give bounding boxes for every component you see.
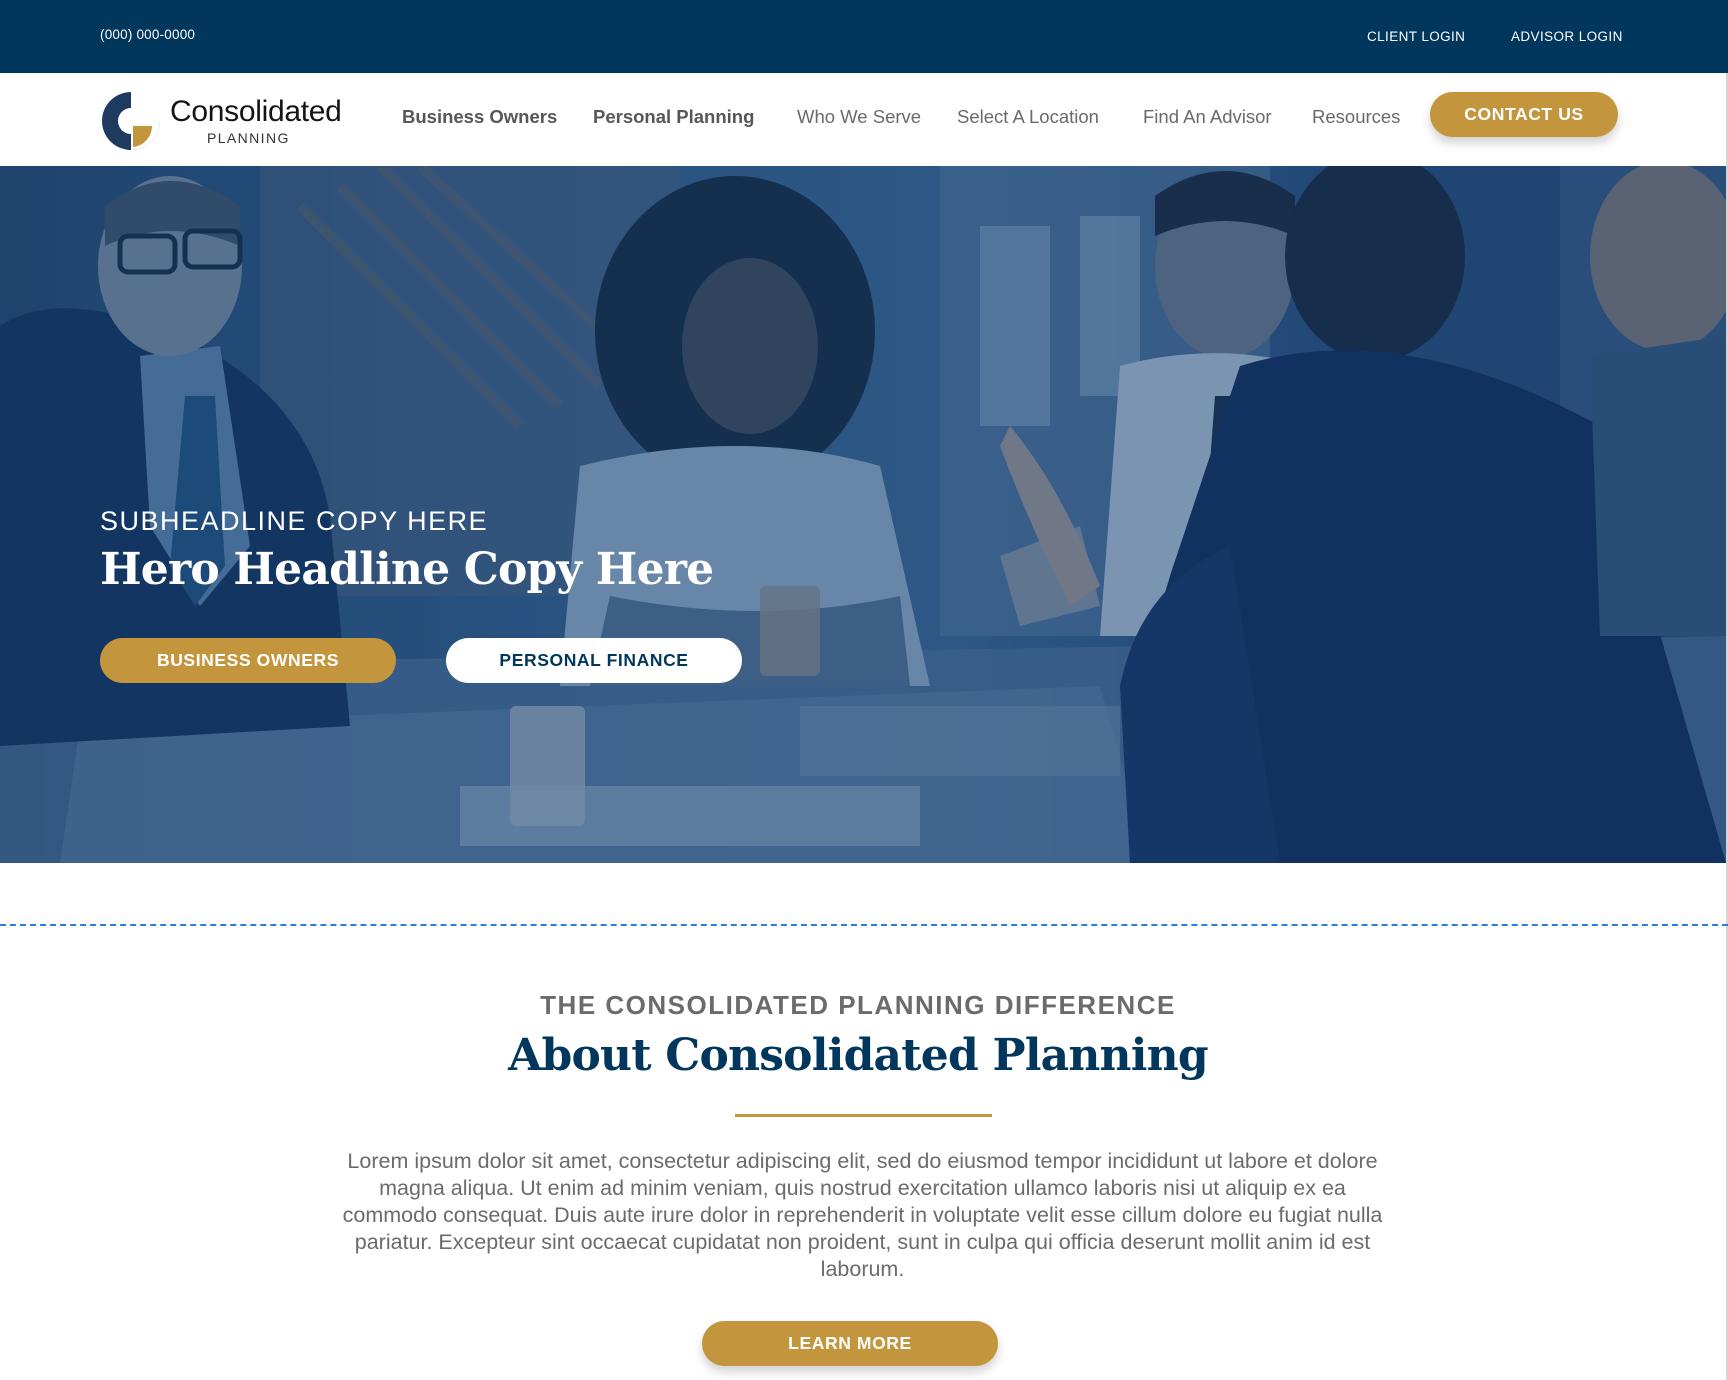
- phone-number[interactable]: (000) 000-0000: [100, 27, 195, 42]
- logo-wordmark: Consolidated: [170, 95, 342, 128]
- personal-finance-button[interactable]: PERSONAL FINANCE: [446, 638, 742, 683]
- nav-who-we-serve[interactable]: Who We Serve: [797, 106, 921, 128]
- logo-subtext: PLANNING: [207, 130, 290, 146]
- about-eyebrow: THE CONSOLIDATED PLANNING DIFFERENCE: [540, 990, 1176, 1020]
- consolidated-planning-logo-icon: [102, 92, 160, 150]
- top-utility-bar: (000) 000-0000 CLIENT LOGIN ADVISOR LOGI…: [0, 0, 1728, 73]
- hero-section: SUBHEADLINE COPY HERE Hero Headline Copy…: [0, 166, 1726, 863]
- nav-business-owners[interactable]: Business Owners: [402, 106, 557, 128]
- main-navigation: Consolidated PLANNING Business Owners Pe…: [0, 73, 1728, 166]
- hero-subheadline: SUBHEADLINE COPY HERE: [100, 506, 489, 536]
- nav-select-a-location[interactable]: Select A Location: [957, 106, 1099, 128]
- advisor-login-link[interactable]: ADVISOR LOGIN: [1511, 29, 1623, 44]
- about-title: About Consolidated Planning: [508, 1030, 1208, 1081]
- about-body-text: Lorem ipsum dolor sit amet, consectetur …: [342, 1149, 1383, 1281]
- learn-more-button[interactable]: LEARN MORE: [702, 1321, 998, 1366]
- business-owners-button[interactable]: BUSINESS OWNERS: [100, 638, 396, 683]
- section-divider-dashed: [0, 924, 1728, 926]
- contact-us-button[interactable]: CONTACT US: [1430, 92, 1618, 137]
- client-login-link[interactable]: CLIENT LOGIN: [1367, 29, 1465, 44]
- nav-resources[interactable]: Resources: [1312, 106, 1400, 128]
- nav-personal-planning[interactable]: Personal Planning: [593, 106, 754, 128]
- nav-find-an-advisor[interactable]: Find An Advisor: [1143, 106, 1272, 128]
- site-logo[interactable]: Consolidated PLANNING: [100, 90, 342, 152]
- about-title-underline: [735, 1114, 992, 1117]
- hero-headline: Hero Headline Copy Here: [100, 544, 714, 595]
